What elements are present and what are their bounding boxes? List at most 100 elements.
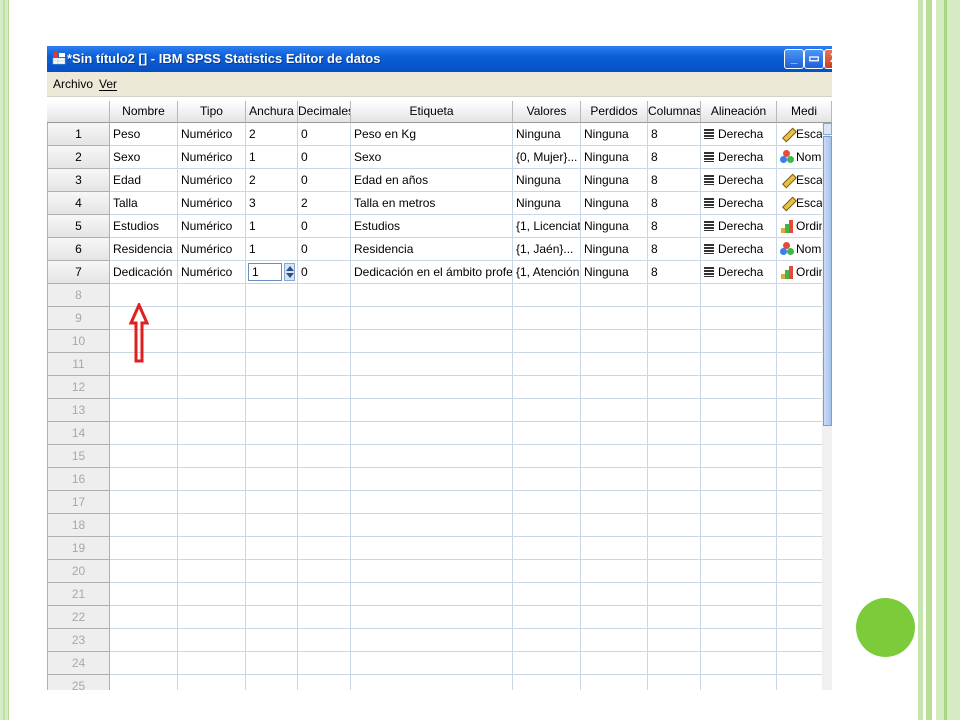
row-number[interactable]: 23 bbox=[47, 629, 110, 652]
cell-nombre[interactable]: Dedicación bbox=[110, 261, 178, 284]
empty-cell[interactable] bbox=[178, 652, 246, 675]
row-number[interactable]: 4 bbox=[47, 192, 110, 215]
empty-cell[interactable] bbox=[648, 422, 701, 445]
empty-cell[interactable] bbox=[648, 583, 701, 606]
cell-nombre[interactable]: Peso bbox=[110, 123, 178, 146]
minimize-button[interactable]: _ bbox=[784, 49, 804, 69]
empty-cell[interactable] bbox=[178, 284, 246, 307]
cell-tipo[interactable]: Numérico bbox=[178, 192, 246, 215]
empty-cell[interactable] bbox=[298, 307, 351, 330]
menu-archivo[interactable]: Archivo bbox=[53, 77, 93, 91]
empty-cell[interactable] bbox=[513, 514, 581, 537]
empty-cell[interactable] bbox=[246, 445, 298, 468]
row-number[interactable]: 10 bbox=[47, 330, 110, 353]
row-number[interactable]: 20 bbox=[47, 560, 110, 583]
empty-cell[interactable] bbox=[701, 537, 777, 560]
empty-cell[interactable] bbox=[701, 583, 777, 606]
empty-cell[interactable] bbox=[648, 445, 701, 468]
empty-cell[interactable] bbox=[513, 376, 581, 399]
empty-cell[interactable] bbox=[648, 468, 701, 491]
cell-columnas[interactable]: 8 bbox=[648, 146, 701, 169]
empty-cell[interactable] bbox=[701, 652, 777, 675]
column-header-valores[interactable]: Valores bbox=[513, 101, 581, 123]
row-number[interactable]: 16 bbox=[47, 468, 110, 491]
cell-perdidos[interactable]: Ninguna bbox=[581, 123, 648, 146]
cell-alineacion[interactable]: Derecha bbox=[701, 215, 777, 238]
empty-cell[interactable] bbox=[581, 537, 648, 560]
empty-cell[interactable] bbox=[110, 606, 178, 629]
empty-cell[interactable] bbox=[298, 537, 351, 560]
cell-perdidos[interactable]: Ninguna bbox=[581, 215, 648, 238]
row-number[interactable]: 18 bbox=[47, 514, 110, 537]
empty-cell[interactable] bbox=[110, 399, 178, 422]
empty-cell[interactable] bbox=[351, 560, 513, 583]
empty-cell[interactable] bbox=[648, 514, 701, 537]
scroll-up-arrow-icon[interactable] bbox=[823, 123, 832, 135]
empty-cell[interactable] bbox=[298, 330, 351, 353]
empty-cell[interactable] bbox=[298, 399, 351, 422]
empty-cell[interactable] bbox=[298, 353, 351, 376]
cell-alineacion[interactable]: Derecha bbox=[701, 261, 777, 284]
empty-cell[interactable] bbox=[701, 353, 777, 376]
empty-cell[interactable] bbox=[513, 468, 581, 491]
cell-decimales[interactable]: 0 bbox=[298, 261, 351, 284]
empty-cell[interactable] bbox=[178, 376, 246, 399]
column-header-columnas[interactable]: Columnas bbox=[648, 101, 701, 123]
empty-cell[interactable] bbox=[178, 491, 246, 514]
cell-columnas[interactable]: 8 bbox=[648, 123, 701, 146]
cell-alineacion[interactable]: Derecha bbox=[701, 123, 777, 146]
cell-alineacion[interactable]: Derecha bbox=[701, 146, 777, 169]
column-header-alineacion[interactable]: Alineación bbox=[701, 101, 777, 123]
cell-nombre[interactable]: Sexo bbox=[110, 146, 178, 169]
empty-cell[interactable] bbox=[110, 445, 178, 468]
cell-decimales[interactable]: 0 bbox=[298, 238, 351, 261]
empty-cell[interactable] bbox=[351, 675, 513, 690]
empty-cell[interactable] bbox=[351, 399, 513, 422]
cell-etiqueta[interactable]: Edad en años bbox=[351, 169, 513, 192]
menu-ver[interactable]: Ver bbox=[99, 77, 117, 91]
cell-nombre[interactable]: Estudios bbox=[110, 215, 178, 238]
empty-cell[interactable] bbox=[513, 537, 581, 560]
empty-cell[interactable] bbox=[298, 629, 351, 652]
cell-columnas[interactable]: 8 bbox=[648, 238, 701, 261]
cell-tipo[interactable]: Numérico bbox=[178, 169, 246, 192]
cell-anchura[interactable]: 1 bbox=[246, 261, 298, 284]
empty-cell[interactable] bbox=[351, 468, 513, 491]
cell-decimales[interactable]: 0 bbox=[298, 146, 351, 169]
empty-cell[interactable] bbox=[648, 399, 701, 422]
row-number[interactable]: 12 bbox=[47, 376, 110, 399]
empty-cell[interactable] bbox=[178, 606, 246, 629]
empty-cell[interactable] bbox=[701, 606, 777, 629]
cell-anchura[interactable]: 1 bbox=[246, 146, 298, 169]
cell-anchura[interactable]: 1 bbox=[246, 215, 298, 238]
empty-cell[interactable] bbox=[178, 445, 246, 468]
cell-perdidos[interactable]: Ninguna bbox=[581, 238, 648, 261]
empty-cell[interactable] bbox=[513, 652, 581, 675]
empty-cell[interactable] bbox=[581, 652, 648, 675]
empty-cell[interactable] bbox=[351, 330, 513, 353]
cell-valores[interactable]: Ninguna bbox=[513, 169, 581, 192]
empty-cell[interactable] bbox=[581, 330, 648, 353]
column-header-anchura[interactable]: Anchura bbox=[246, 101, 298, 123]
row-number[interactable]: 22 bbox=[47, 606, 110, 629]
cell-etiqueta[interactable]: Peso en Kg bbox=[351, 123, 513, 146]
row-number[interactable]: 9 bbox=[47, 307, 110, 330]
empty-cell[interactable] bbox=[298, 284, 351, 307]
empty-cell[interactable] bbox=[648, 284, 701, 307]
empty-cell[interactable] bbox=[581, 445, 648, 468]
empty-cell[interactable] bbox=[298, 675, 351, 690]
column-header-tipo[interactable]: Tipo bbox=[178, 101, 246, 123]
cell-etiqueta[interactable]: Estudios bbox=[351, 215, 513, 238]
cell-valores[interactable]: {1, Atención... bbox=[513, 261, 581, 284]
empty-cell[interactable] bbox=[246, 376, 298, 399]
empty-cell[interactable] bbox=[178, 675, 246, 690]
empty-cell[interactable] bbox=[246, 330, 298, 353]
cell-anchura[interactable]: 2 bbox=[246, 169, 298, 192]
empty-cell[interactable] bbox=[351, 629, 513, 652]
empty-cell[interactable] bbox=[581, 560, 648, 583]
empty-cell[interactable] bbox=[351, 491, 513, 514]
empty-cell[interactable] bbox=[648, 491, 701, 514]
empty-cell[interactable] bbox=[648, 307, 701, 330]
row-number[interactable]: 24 bbox=[47, 652, 110, 675]
empty-cell[interactable] bbox=[513, 422, 581, 445]
